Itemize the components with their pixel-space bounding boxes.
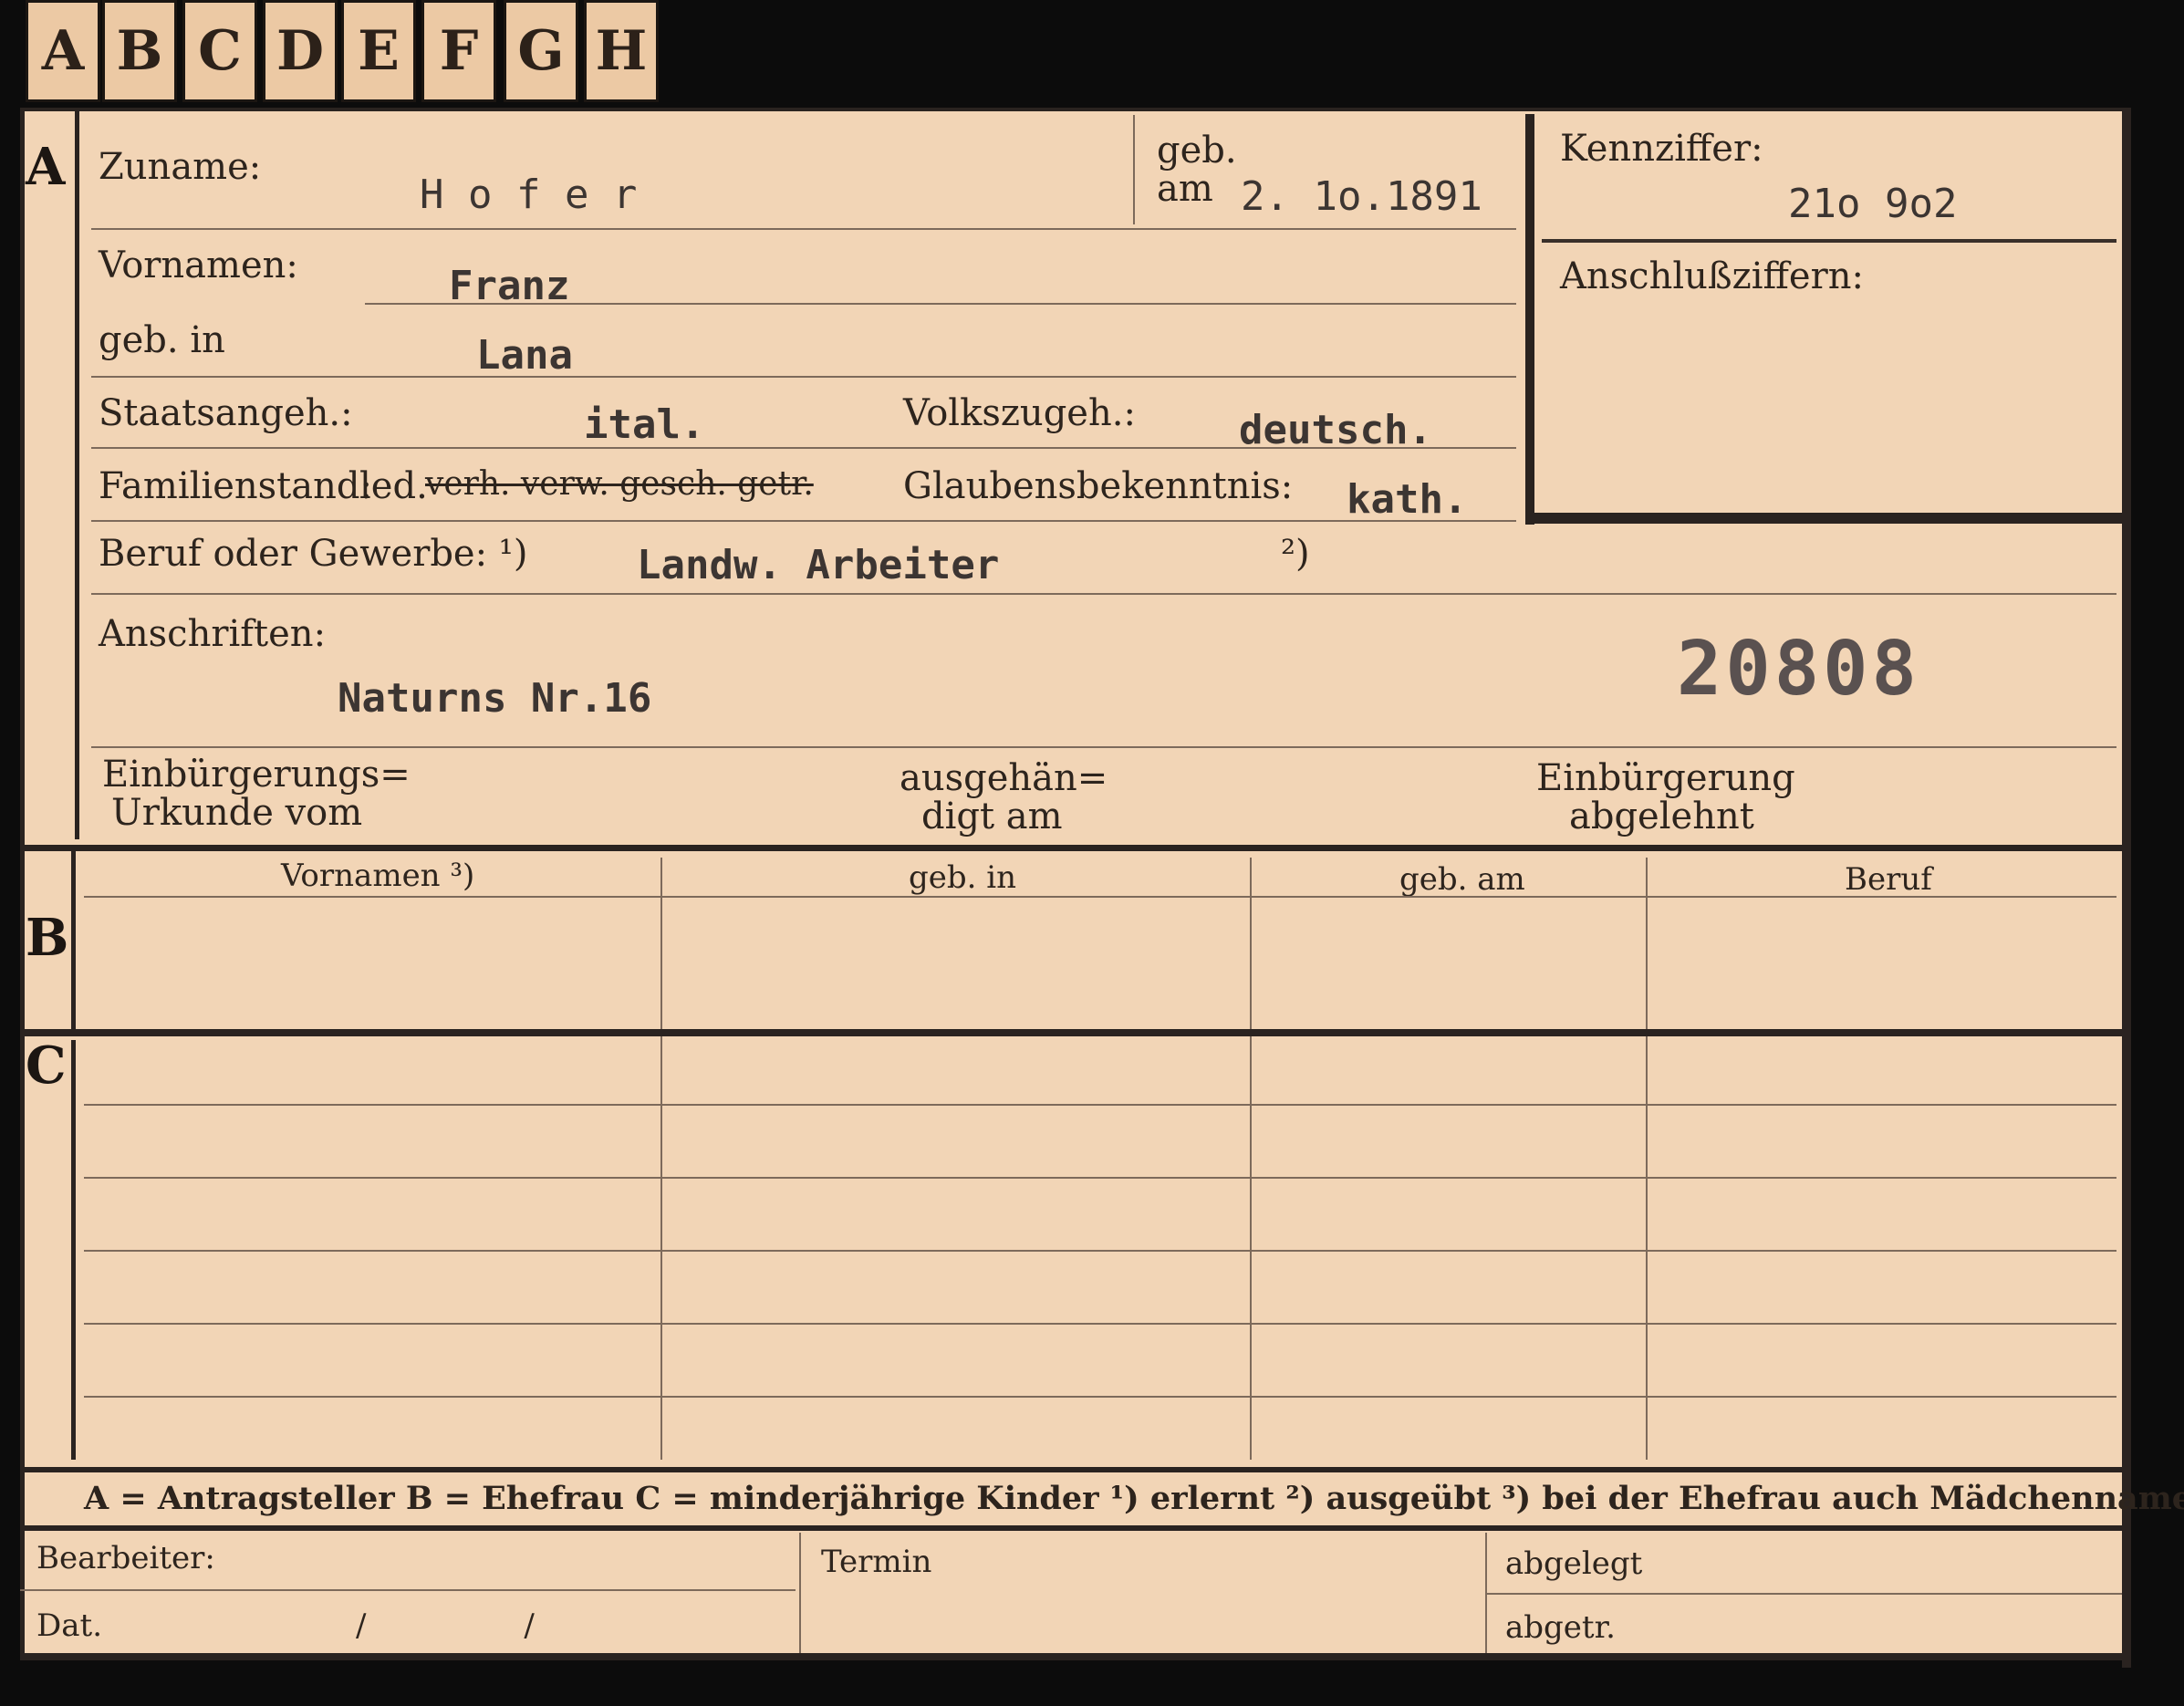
col-divider-2	[1250, 858, 1252, 1460]
bearbeiter-label: Bearbeiter:	[36, 1540, 215, 1576]
table-row-line	[84, 1323, 2116, 1325]
footer-line	[1487, 1593, 2122, 1595]
row-line	[91, 593, 2116, 595]
abgelegt-label: abgelegt	[1505, 1545, 1643, 1582]
familienstand-led: led.	[359, 465, 428, 507]
termin-label: Termin	[821, 1544, 932, 1580]
geb-in-label: geb. in	[99, 319, 225, 361]
geb-label: geb.	[1157, 130, 1237, 172]
card-top-border	[20, 108, 2129, 111]
stamp-number: 20808	[1677, 626, 1920, 713]
col-divider-1	[660, 858, 662, 1460]
col-header-geb-in: geb. in	[909, 859, 1017, 896]
table-row-line	[84, 1177, 2116, 1179]
anschriften-label: Anschriften:	[99, 613, 327, 655]
row-line	[91, 746, 2116, 748]
geb-am-divider	[1133, 115, 1135, 224]
beruf-label: Beruf oder Gewerbe: ¹)	[99, 533, 528, 575]
geb-in-value: Lana	[476, 332, 573, 379]
einbuergerung-abgelehnt-label-1: Einbürgerung	[1536, 757, 1795, 799]
index-tab-f: F	[421, 0, 496, 102]
card-left-border	[20, 108, 25, 1659]
beruf-value: Landw. Arbeiter	[637, 542, 1000, 588]
section-divider-bc	[20, 1029, 2127, 1036]
staatsangeh-value: ital.	[584, 401, 705, 448]
index-tab-a: A	[26, 0, 100, 102]
einbuergerung-abgelehnt-label-2: abgelehnt	[1569, 796, 1754, 837]
ausgehaendigt-label-1: ausgehän=	[900, 757, 1108, 799]
footer-divider-1	[799, 1533, 801, 1653]
gutter-line-c	[71, 1040, 76, 1460]
gutter-line-a	[75, 109, 79, 839]
kennziffer-label: Kennziffer:	[1560, 128, 1763, 170]
geb-am-value: 2. 1o.1891	[1241, 173, 1482, 220]
table-row-line	[84, 1250, 2116, 1252]
einbuergerungs-urkunde-label-1: Einbürgerungs=	[102, 754, 411, 796]
volkszugeh-label: Volkszugeh.:	[903, 392, 1136, 434]
einbuergerungs-urkunde-label-2: Urkunde vom	[111, 792, 363, 834]
row-line	[91, 447, 1516, 449]
dat-label: Dat.	[36, 1607, 103, 1644]
row-line	[91, 520, 1516, 522]
glaubensbekenntnis-label: Glaubensbekenntnis:	[903, 465, 1294, 507]
col-header-vornamen: Vornamen ³)	[281, 858, 475, 894]
legend-text: A = Antragsteller B = Ehefrau C = minder…	[84, 1480, 2184, 1517]
staatsangeh-label: Staatsangeh.:	[99, 392, 353, 434]
abgetr-label: abgetr.	[1505, 1609, 1616, 1646]
section-letter-b: B	[26, 908, 69, 968]
row-line	[365, 303, 1516, 305]
zuname-label: Zuname:	[99, 146, 262, 188]
am-label: am	[1157, 168, 1213, 210]
zuname-value: H o f e r	[420, 172, 638, 218]
section-letter-a: A	[26, 137, 66, 197]
beruf-note-2: ²)	[1281, 533, 1310, 575]
card-bottom-border	[20, 1653, 2131, 1660]
index-tab-d: D	[263, 0, 338, 102]
card-right-border	[2122, 108, 2131, 1668]
index-tab-e: E	[341, 0, 416, 102]
footer-line	[20, 1589, 796, 1591]
glaubensbekenntnis-value: kath.	[1347, 476, 1468, 523]
familienstand-struck-options: verh. verw. gesch. getr.	[425, 465, 814, 503]
index-tab-g: G	[504, 0, 578, 102]
col-header-geb-am: geb. am	[1399, 861, 1525, 898]
anschlussziffern-label: Anschlußziffern:	[1560, 255, 1864, 297]
kennziffer-box-left	[1525, 114, 1534, 525]
header-line	[84, 896, 2116, 898]
index-tab-c: C	[182, 0, 257, 102]
section-divider-ab	[20, 845, 2127, 851]
gutter-line-b	[71, 848, 76, 1031]
vornamen-label: Vornamen:	[99, 244, 298, 286]
dat-slashes: / /	[356, 1607, 535, 1644]
row-line	[91, 228, 1516, 230]
ausgehaendigt-label-2: digt am	[921, 796, 1063, 837]
familienstand-label: Familienstand:	[99, 465, 372, 507]
index-tab-b: B	[102, 0, 177, 102]
table-row-line	[84, 1104, 2116, 1106]
col-header-beruf: Beruf	[1845, 861, 1932, 898]
anschrift-value: Naturns Nr.16	[338, 675, 652, 722]
table-row-line	[84, 1396, 2116, 1398]
kennziffer-value: 21o 9o2	[1788, 181, 1958, 227]
kennziffer-divider	[1542, 239, 2116, 243]
legend-bottom-line	[20, 1525, 2127, 1531]
section-letter-c: C	[26, 1035, 67, 1096]
index-tab-h: H	[584, 0, 659, 102]
legend-top-line	[20, 1467, 2127, 1472]
kennziffer-box-bottom	[1525, 513, 2122, 524]
row-line	[91, 376, 1516, 378]
col-divider-3	[1646, 858, 1648, 1460]
